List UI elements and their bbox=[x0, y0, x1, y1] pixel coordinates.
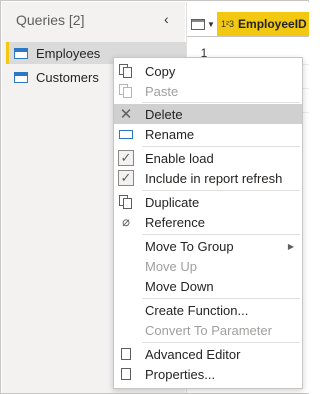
column-name: EmployeeID bbox=[238, 17, 307, 31]
grid-header: ▼ 1²3 EmployeeID bbox=[187, 12, 309, 37]
menu-item-move-down[interactable]: Move Down bbox=[114, 276, 302, 296]
menu-divider bbox=[142, 146, 300, 147]
menu-item-label: Copy bbox=[145, 63, 176, 79]
menu-item-label: Create Function... bbox=[145, 302, 249, 318]
menu-item-properties[interactable]: Properties... bbox=[114, 364, 302, 384]
chevron-right-icon: ▶ bbox=[287, 241, 294, 251]
delete-icon: ✕ bbox=[119, 106, 133, 123]
menu-divider bbox=[142, 298, 300, 299]
menu-item-label: Properties... bbox=[145, 366, 216, 382]
chevron-down-icon: ▼ bbox=[207, 19, 215, 29]
menu-item-label: Move Up bbox=[145, 258, 198, 274]
advanced-editor-icon bbox=[118, 346, 134, 362]
duplicate-icon bbox=[118, 194, 134, 210]
menu-item-move-up[interactable]: Move Up bbox=[114, 256, 302, 276]
menu-item-duplicate[interactable]: Duplicate bbox=[114, 192, 302, 212]
menu-item-delete[interactable]: ✕ Delete bbox=[114, 104, 302, 124]
collapse-pane-icon[interactable]: ‹ bbox=[164, 11, 169, 27]
menu-item-include-in-report-refresh[interactable]: ✓ Include in report refresh bbox=[114, 168, 302, 188]
table-icon bbox=[14, 47, 28, 59]
table-options-button[interactable]: ▼ bbox=[191, 14, 217, 34]
context-menu: Copy Paste ✕ Delete Rename ✓ Enable load… bbox=[113, 57, 303, 389]
menu-item-label: Enable load bbox=[145, 150, 214, 166]
menu-item-label: Include in report refresh bbox=[145, 170, 283, 186]
queries-pane-title: Queries [2] bbox=[16, 12, 85, 28]
rename-icon bbox=[118, 126, 134, 142]
table-icon bbox=[14, 71, 28, 83]
menu-divider bbox=[142, 234, 300, 235]
menu-item-label: Advanced Editor bbox=[145, 346, 241, 362]
menu-divider bbox=[142, 102, 300, 103]
column-header-employeeid[interactable]: 1²3 EmployeeID bbox=[217, 12, 309, 36]
menu-item-create-function[interactable]: Create Function... bbox=[114, 300, 302, 320]
checkbox-checked-icon: ✓ bbox=[118, 150, 134, 166]
paste-icon bbox=[118, 83, 134, 99]
menu-item-label: Move Down bbox=[145, 278, 214, 294]
reference-icon: ⌀ bbox=[122, 214, 130, 229]
properties-icon bbox=[118, 366, 134, 382]
table-menu-icon bbox=[191, 18, 205, 30]
query-label: Employees bbox=[36, 45, 101, 61]
checkbox-checked-icon: ✓ bbox=[118, 170, 134, 186]
menu-item-advanced-editor[interactable]: Advanced Editor bbox=[114, 344, 302, 364]
menu-item-label: Delete bbox=[145, 106, 183, 122]
copy-icon bbox=[118, 63, 134, 79]
menu-item-label: Rename bbox=[145, 126, 195, 142]
menu-item-convert-to-parameter[interactable]: Convert To Parameter bbox=[114, 320, 302, 340]
menu-item-label: Convert To Parameter bbox=[145, 322, 272, 338]
menu-item-enable-load[interactable]: ✓ Enable load bbox=[114, 148, 302, 168]
menu-item-label: Duplicate bbox=[145, 194, 200, 210]
window-frame: Queries [2] ‹ Employees Customers ▼ 1²3 … bbox=[0, 0, 309, 394]
menu-item-label: Paste bbox=[145, 83, 179, 99]
menu-item-copy[interactable]: Copy bbox=[114, 61, 302, 81]
query-label: Customers bbox=[36, 69, 99, 85]
menu-divider bbox=[142, 190, 300, 191]
menu-item-rename[interactable]: Rename bbox=[114, 124, 302, 144]
menu-divider bbox=[142, 342, 300, 343]
menu-item-move-to-group[interactable]: Move To Group ▶ bbox=[114, 236, 302, 256]
column-type-label[interactable]: 1²3 bbox=[221, 19, 234, 29]
menu-item-label: Move To Group bbox=[145, 238, 234, 254]
menu-item-reference[interactable]: ⌀ Reference bbox=[114, 212, 302, 232]
menu-item-label: Reference bbox=[145, 214, 205, 230]
menu-item-paste[interactable]: Paste bbox=[114, 81, 302, 101]
